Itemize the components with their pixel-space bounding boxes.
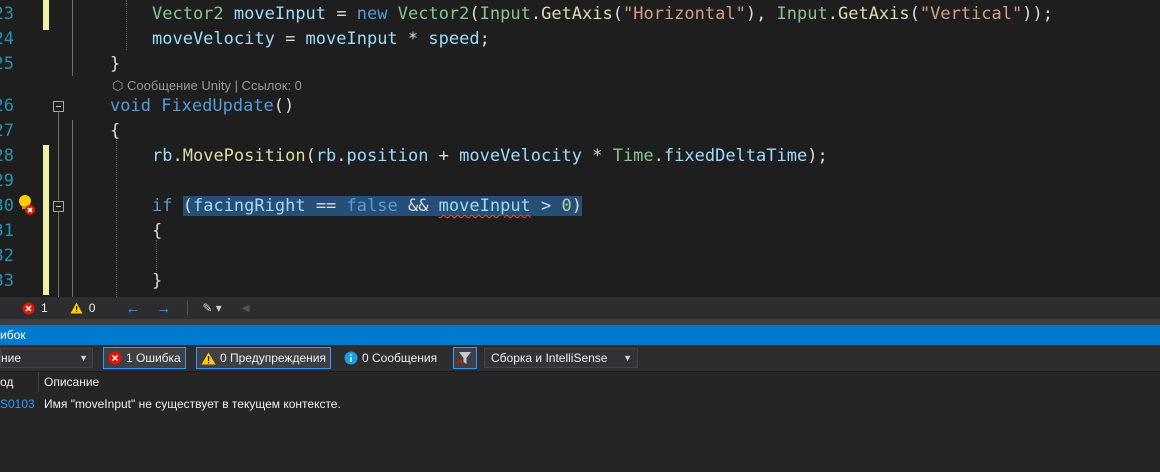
line-number: 25 <box>0 54 14 74</box>
filter-icon-button[interactable] <box>453 347 477 369</box>
code-line-30: if (facingRight == false && moveInput > … <box>152 196 583 216</box>
line-number: 29 <box>0 171 14 191</box>
code-line-27: { <box>110 121 121 141</box>
code-editor[interactable]: 23 24 25 26 27 28 29 30 31 32 33 Vector2… <box>0 0 1160 297</box>
forward-arrow-icon[interactable]: → <box>156 300 171 317</box>
column-header-row: од Описание <box>0 372 1160 392</box>
warnings-filter-button[interactable]: 0 Предупреждения <box>196 347 331 369</box>
line-number: 27 <box>0 121 14 141</box>
error-squiggle: moveInput <box>438 196 531 216</box>
back-arrow-icon[interactable]: ← <box>125 300 140 317</box>
warning-icon <box>201 352 216 364</box>
codelens[interactable]: ⬡ Сообщение Unity | Ссылок: 0 <box>112 78 302 94</box>
error-description: Имя "moveInput" не существует в текущем … <box>44 397 341 411</box>
line-number: 32 <box>0 246 14 266</box>
error-icon <box>108 351 122 365</box>
code-line-31: { <box>152 221 163 241</box>
chevron-down-icon: ▼ <box>79 353 88 363</box>
chevron-down-icon: ▼ <box>623 353 632 363</box>
column-header-description[interactable]: Описание <box>44 372 99 392</box>
collapse-toggle[interactable] <box>53 201 64 212</box>
error-list-title-bar: ибок <box>0 325 1160 345</box>
line-number: 33 <box>0 271 14 291</box>
unity-cube-icon: ⬡ <box>112 78 124 93</box>
info-icon <box>344 351 358 365</box>
error-list-toolbar: ние ▼ 1 Ошибка 0 Предупреждения 0 Сообще… <box>0 345 1160 371</box>
code-line-26: void FixedUpdate() <box>110 96 295 116</box>
line-number: 26 <box>0 96 14 116</box>
table-row[interactable]: S0103 Имя "moveInput" не существует в те… <box>0 395 1160 413</box>
separator <box>187 301 189 315</box>
error-code-link[interactable]: S0103 <box>0 395 35 413</box>
panel-title: ибок <box>0 328 26 342</box>
column-divider[interactable] <box>38 372 39 392</box>
line-number: 28 <box>0 146 14 166</box>
line-number: 31 <box>0 221 14 241</box>
errors-filter-button[interactable]: 1 Ошибка <box>103 347 186 369</box>
error-icon <box>22 302 35 314</box>
error-list: S0103 Имя "moveInput" не существует в те… <box>0 392 1160 472</box>
build-source-dropdown[interactable]: Сборка и IntelliSense ▼ <box>484 348 638 368</box>
lightbulb-error-icon[interactable] <box>16 193 36 217</box>
code-line-25: } <box>110 54 121 74</box>
scroll-left-icon[interactable]: ◀ <box>242 303 250 314</box>
filter-icon <box>458 352 471 364</box>
brush-icon[interactable]: ✎ ▾ <box>202 301 221 315</box>
line-number: 23 <box>0 4 14 24</box>
code-line-24: moveVelocity = moveInput * speed; <box>152 29 490 49</box>
editor-status-bar: 1 0 ← → ✎ ▾ ◀ <box>0 297 1160 319</box>
warning-count[interactable]: 0 <box>70 301 95 315</box>
line-number: 30 <box>0 196 14 216</box>
collapse-toggle[interactable] <box>53 101 64 112</box>
error-count[interactable]: 1 <box>22 301 48 315</box>
column-header-code[interactable]: од <box>0 372 13 392</box>
line-number: 24 <box>0 29 14 49</box>
code-line-28: rb.MovePosition(rb.position + moveVeloci… <box>152 146 828 166</box>
warning-icon <box>70 302 83 314</box>
scope-dropdown[interactable]: ние ▼ <box>0 348 93 368</box>
code-line-33: } <box>152 271 163 291</box>
code-line-23: Vector2 moveInput = new Vector2(Input.Ge… <box>152 4 1053 24</box>
messages-filter-button[interactable]: 0 Сообщения <box>340 347 441 369</box>
